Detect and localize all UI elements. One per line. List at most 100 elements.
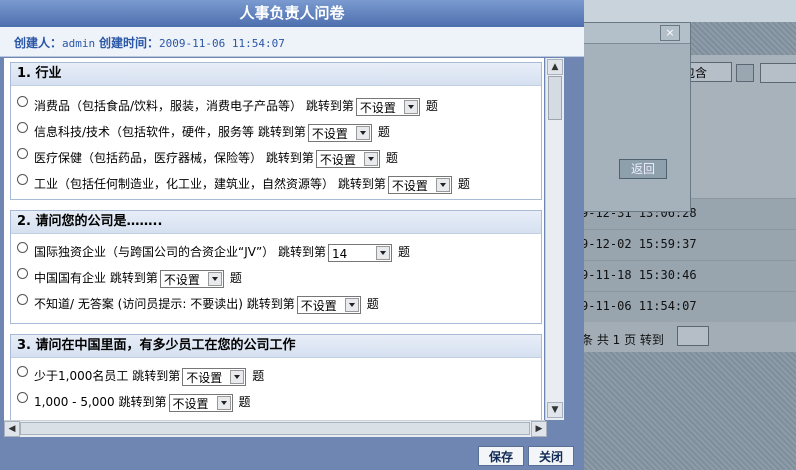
page-jump-input[interactable] [677, 326, 709, 346]
table-row[interactable]: 9-11-06 11:54:07 [555, 291, 796, 322]
chevron-down-icon[interactable] [216, 395, 231, 410]
horizontal-scroll-thumb[interactable] [20, 422, 530, 435]
created-time-value: 2009-11-06 11:54:07 [158, 37, 285, 50]
radio-button[interactable] [17, 366, 28, 377]
jump-select[interactable]: 不设置 [182, 367, 247, 386]
return-button[interactable]: 返回 [619, 159, 667, 179]
chevron-down-icon[interactable] [344, 297, 359, 312]
option-label: 少于1,000名员工 [34, 369, 129, 383]
jump-select[interactable]: 不设置 [307, 123, 372, 142]
radio-button[interactable] [17, 268, 28, 279]
chevron-down-icon[interactable] [736, 64, 754, 82]
jump-select-value: 不设置 [359, 100, 396, 115]
jump-select-value: 不设置 [172, 396, 209, 411]
question-suffix: 题 [252, 369, 265, 383]
created-time-label: 创建时间： [98, 36, 159, 50]
jump-label: 跳转到第 [118, 395, 167, 409]
scroll-right-icon[interactable]: ▶ [531, 421, 547, 437]
vertical-scroll-thumb[interactable] [548, 76, 562, 120]
chevron-down-icon[interactable] [363, 151, 378, 166]
row-time: 9-11-06 11:54:07 [581, 299, 697, 313]
jump-select[interactable]: 不设置 [315, 149, 380, 168]
option-label: 消费品（包括食品/饮料，服装，消费电子产品等） [34, 99, 303, 113]
option-label: 不知道/ 无答案 (访问员提示: 不要读出) [34, 297, 243, 311]
option-row[interactable]: 工业（包括任何制造业，化工业，建筑业，自然资源等） 跳转到第 不设置 题 [17, 173, 470, 195]
dialog-title: 人事负责人问卷 [0, 0, 584, 27]
close-button[interactable]: 关闭 [528, 446, 574, 466]
option-row[interactable]: 国际独资企业（与跨国公司的合资企业“JV”） 跳转到第 14 题 [17, 241, 410, 263]
question-block: 3. 请问在中国里面，有多少员工在您的公司工作 少于1,000名员工 跳转到第不… [10, 334, 542, 420]
scroll-left-icon[interactable]: ◀ [4, 421, 20, 437]
row-time: 9-12-02 15:59:37 [581, 237, 697, 251]
option-row[interactable]: 信息科技/技术（包括软件，硬件，服务等 跳转到第 不设置 题 [17, 121, 390, 143]
scroll-up-icon[interactable]: ▲ [547, 59, 563, 75]
questionnaire-dialog: 人事负责人问卷 创建人：admin 创建时间：2009-11-06 11:54:… [0, 0, 584, 470]
pager-text: 条 共 1 页 转到 [581, 333, 664, 347]
radio-button[interactable] [17, 122, 28, 133]
radio-button[interactable] [17, 242, 28, 253]
question-block: 2. 请问您的公司是…….. 国际独资企业（与跨国公司的合资企业“JV”） 跳转… [10, 210, 542, 324]
radio-button[interactable] [17, 174, 28, 185]
question-suffix: 题 [229, 271, 242, 285]
question-suffix: 题 [366, 297, 379, 311]
jump-label: 跳转到第 [265, 151, 314, 165]
dialog-footer: 保存 关闭 [0, 440, 584, 470]
jump-select[interactable]: 不设置 [387, 175, 452, 194]
jump-select[interactable]: 14 [328, 243, 393, 262]
option-row[interactable]: 消费品（包括食品/饮料，服装，消费电子产品等） 跳转到第 不设置 题 [17, 95, 438, 117]
question-suffix: 题 [238, 395, 251, 409]
option-label: 中国国有企业 [34, 271, 107, 285]
chevron-down-icon[interactable] [403, 99, 418, 114]
question-title: 1. 行业 [11, 63, 541, 86]
radio-button[interactable] [17, 294, 28, 305]
option-row[interactable]: 不知道/ 无答案 (访问员提示: 不要读出) 跳转到第 不设置 题 [17, 293, 379, 315]
question-suffix: 题 [425, 99, 438, 113]
creator-value: admin [62, 37, 96, 50]
horizontal-scrollbar[interactable]: ◀ ▶ [4, 420, 547, 437]
jump-select-value: 不设置 [319, 152, 356, 167]
option-row[interactable]: 医疗保健（包括药品，医疗器械，保险等） 跳转到第 不设置 题 [17, 147, 398, 169]
option-row[interactable]: 少于1,000名员工 跳转到第 不设置 题 [17, 365, 264, 387]
save-button[interactable]: 保存 [478, 446, 524, 466]
jump-select[interactable]: 不设置 [296, 295, 361, 314]
question-suffix: 题 [385, 151, 398, 165]
row-time: 9-11-18 15:30:46 [581, 268, 697, 282]
table-row[interactable]: 9-11-18 15:30:46 [555, 260, 796, 291]
scroll-down-icon[interactable]: ▼ [547, 402, 563, 418]
jump-select[interactable]: 不设置 [159, 269, 224, 288]
radio-button[interactable] [17, 96, 28, 107]
option-label: 1,000 - 5,000 [34, 395, 115, 409]
option-label: 工业（包括任何制造业，化工业，建筑业，自然资源等） [34, 177, 335, 191]
jump-select-value: 不设置 [163, 272, 200, 287]
chevron-down-icon[interactable] [230, 369, 245, 384]
creator-label: 创建人： [14, 36, 63, 50]
question-suffix: 题 [457, 177, 470, 191]
chevron-down-icon[interactable] [207, 271, 222, 286]
close-icon[interactable]: × [660, 25, 680, 41]
meta-bar: 创建人：admin 创建时间：2009-11-06 11:54:07 [0, 27, 584, 57]
option-label: 国际独资企业（与跨国公司的合资企业“JV”） [34, 245, 275, 259]
radio-button[interactable] [17, 148, 28, 159]
option-row[interactable]: 1,000 - 5,000 跳转到第 不设置 题 [17, 391, 251, 413]
jump-label: 跳转到第 [246, 297, 295, 311]
chevron-down-icon[interactable] [376, 245, 391, 260]
jump-select-value: 不设置 [391, 178, 428, 193]
vertical-scrollbar[interactable]: ▲ ▼ [545, 58, 564, 420]
chevron-down-icon[interactable] [435, 177, 450, 192]
jump-select-value: 不设置 [300, 298, 337, 313]
filter-input[interactable] [760, 63, 796, 83]
jump-select-value: 不设置 [311, 126, 348, 141]
option-row[interactable]: 中国国有企业 跳转到第 不设置 题 [17, 267, 242, 289]
chevron-down-icon[interactable] [355, 125, 370, 140]
jump-select[interactable]: 不设置 [355, 97, 420, 116]
pager: 条 共 1 页 转到 [555, 322, 796, 352]
radio-button[interactable] [17, 392, 28, 403]
table-row[interactable]: 9-12-02 15:59:37 [555, 229, 796, 260]
jump-label: 跳转到第 [278, 245, 327, 259]
jump-select[interactable]: 不设置 [168, 393, 233, 412]
question-title: 3. 请问在中国里面，有多少员工在您的公司工作 [11, 335, 541, 358]
jump-select-value: 不设置 [186, 370, 223, 385]
option-label: 信息科技/技术（包括软件，硬件，服务等 [34, 125, 255, 139]
question-list[interactable]: 1. 行业 消费品（包括食品/饮料，服装，消费电子产品等） 跳转到第 不设置题 信… [4, 58, 544, 420]
jump-select-value: 14 [332, 246, 348, 261]
